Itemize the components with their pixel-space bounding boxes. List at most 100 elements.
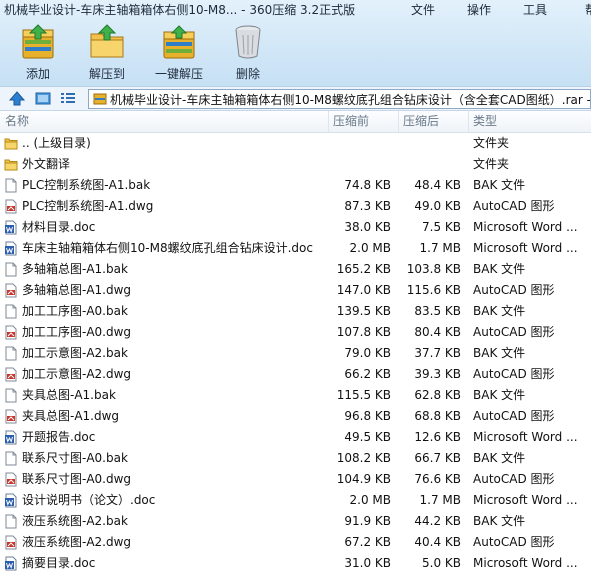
file-packed-size: 91.9 KB (344, 514, 391, 528)
file-name: 加工工序图-A0.bak (22, 304, 128, 318)
file-packed-size: 139.5 KB (336, 304, 391, 318)
file-packed-size: 108.2 KB (336, 451, 391, 465)
file-type: BAK 文件 (473, 346, 526, 360)
file-type: AutoCAD 图形 (473, 409, 555, 423)
file-unpacked-size: 12.6 KB (414, 430, 461, 444)
file-type: Microsoft Word ... (473, 241, 578, 255)
extract-to-label: 解压到 (88, 67, 125, 81)
file-row[interactable]: 联系尺寸图-A0.dwg 104.9 KB 76.6 KB AutoCAD 图形 (0, 469, 591, 490)
column-name[interactable]: 名称 (5, 111, 29, 132)
file-row[interactable]: PLC控制系统图-A1.bak 74.8 KB 48.4 KB BAK 文件 (0, 175, 591, 196)
file-name: 开题报告.doc (22, 430, 96, 444)
add-label: 添加 (25, 67, 50, 81)
file-type: AutoCAD 图形 (473, 283, 555, 297)
file-packed-size: 87.3 KB (344, 199, 391, 213)
column-header: 名称 压缩前 压缩后 类型 (0, 111, 591, 133)
file-icon (4, 388, 18, 403)
file-row[interactable]: 夹具总图-A1.bak 115.5 KB 62.8 KB BAK 文件 (0, 385, 591, 406)
file-row[interactable]: 联系尺寸图-A0.bak 108.2 KB 66.7 KB BAK 文件 (0, 448, 591, 469)
file-row[interactable]: PLC控制系统图-A1.dwg 87.3 KB 49.0 KB AutoCAD 图形 (0, 196, 591, 217)
file-type: 文件夹 (473, 136, 510, 150)
file-row[interactable]: 摘要目录.doc 31.0 KB 5.0 KB Microsoft Word ... (0, 553, 591, 574)
file-unpacked-size: 44.2 KB (414, 514, 461, 528)
file-type: BAK 文件 (473, 262, 526, 276)
file-name: 夹具总图-A1.bak (22, 388, 116, 402)
file-row[interactable]: 加工示意图-A2.bak 79.0 KB 37.7 KB BAK 文件 (0, 343, 591, 364)
one-click-extract-button[interactable]: 一键解压 (148, 22, 210, 82)
file-name: 多轴箱总图-A1.bak (22, 262, 128, 276)
file-packed-size: 147.0 KB (336, 283, 391, 297)
file-type: AutoCAD 图形 (473, 472, 555, 486)
add-button[interactable]: 添加 (7, 22, 69, 82)
file-type: BAK 文件 (473, 451, 526, 465)
file-packed-size: 38.0 KB (344, 220, 391, 234)
dwg-icon (4, 535, 18, 550)
file-row[interactable]: 多轴箱总图-A1.dwg 147.0 KB 115.6 KB AutoCAD 图形 (0, 280, 591, 301)
top-bar: 机械毕业设计-车床主轴箱箱体右侧10-M8... - 360压缩 3.2正式版 … (0, 0, 591, 86)
file-name: 车床主轴箱箱体右侧10-M8螺纹底孔组合钻床设计.doc (22, 241, 313, 255)
menu-tools[interactable]: 工具 (507, 0, 563, 20)
up-arrow-icon[interactable] (8, 90, 26, 107)
details-view-icon[interactable] (59, 90, 77, 107)
file-name: 加工工序图-A0.dwg (22, 325, 132, 339)
menu-file[interactable]: 文件 (395, 0, 451, 20)
dwg-icon (4, 409, 18, 424)
file-type: Microsoft Word ... (473, 493, 578, 507)
file-packed-size: 31.0 KB (344, 556, 391, 570)
file-name: 多轴箱总图-A1.dwg (22, 283, 132, 297)
file-unpacked-size: 83.5 KB (414, 304, 461, 318)
file-row[interactable]: 车床主轴箱箱体右侧10-M8螺纹底孔组合钻床设计.doc 2.0 MB 1.7 MB… (0, 238, 591, 259)
file-row[interactable]: 液压系统图-A2.bak 91.9 KB 44.2 KB BAK 文件 (0, 511, 591, 532)
file-row[interactable]: 外文翻译 文件夹 (0, 154, 591, 175)
dwg-icon (4, 199, 18, 214)
large-icons-view-icon[interactable] (34, 90, 52, 107)
file-type: AutoCAD 图形 (473, 199, 555, 213)
word-icon (4, 241, 18, 256)
file-row[interactable]: 加工工序图-A0.dwg 107.8 KB 80.4 KB AutoCAD 图形 (0, 322, 591, 343)
file-packed-size: 115.5 KB (336, 388, 391, 402)
file-packed-size: 107.8 KB (336, 325, 391, 339)
column-packed-size[interactable]: 压缩前 (328, 111, 369, 132)
file-row[interactable]: 开题报告.doc 49.5 KB 12.6 KB Microsoft Word ... (0, 427, 591, 448)
file-unpacked-size: 80.4 KB (414, 325, 461, 339)
file-packed-size: 104.9 KB (336, 472, 391, 486)
file-packed-size: 74.8 KB (344, 178, 391, 192)
file-unpacked-size: 62.8 KB (414, 388, 461, 402)
file-row[interactable]: .. (上级目录) 文件夹 (0, 133, 591, 154)
file-name: 材料目录.doc (22, 220, 96, 234)
extract-to-button[interactable]: 解压到 (76, 22, 138, 82)
file-packed-size: 165.2 KB (336, 262, 391, 276)
column-unpacked-size[interactable]: 压缩后 (398, 111, 439, 132)
folder-extract-icon (90, 24, 124, 58)
file-type: Microsoft Word ... (473, 430, 578, 444)
file-name: PLC控制系统图-A1.bak (22, 178, 151, 192)
address-bar[interactable]: 机械毕业设计-车床主轴箱箱体右侧10-M8螺纹底孔组合钻床设计（含全套CAD图纸… (88, 89, 591, 109)
file-row[interactable]: 加工示意图-A2.dwg 66.2 KB 39.3 KB AutoCAD 图形 (0, 364, 591, 385)
file-row[interactable]: 液压系统图-A2.dwg 67.2 KB 40.4 KB AutoCAD 图形 (0, 532, 591, 553)
file-row[interactable]: 多轴箱总图-A1.bak 165.2 KB 103.8 KB BAK 文件 (0, 259, 591, 280)
file-type: AutoCAD 图形 (473, 535, 555, 549)
file-packed-size: 2.0 MB (349, 241, 391, 255)
delete-button[interactable]: 删除 (217, 22, 279, 82)
file-row[interactable]: 加工工序图-A0.bak 139.5 KB 83.5 KB BAK 文件 (0, 301, 591, 322)
menu-operate[interactable]: 操作 (451, 0, 507, 20)
file-row[interactable]: 材料目录.doc 38.0 KB 7.5 KB Microsoft Word ... (0, 217, 591, 238)
file-unpacked-size: 103.8 KB (406, 262, 461, 276)
dwg-icon (4, 325, 18, 340)
file-name: PLC控制系统图-A1.dwg (22, 199, 154, 213)
column-type[interactable]: 类型 (468, 111, 497, 132)
file-type: AutoCAD 图形 (473, 325, 555, 339)
file-packed-size: 2.0 MB (349, 493, 391, 507)
file-unpacked-size: 1.7 MB (419, 241, 461, 255)
file-row[interactable]: 设计说明书（论文）.doc 2.0 MB 1.7 MB Microsoft Word … (0, 490, 591, 511)
file-type: 文件夹 (473, 157, 510, 171)
file-icon (4, 451, 18, 466)
file-name: 联系尺寸图-A0.dwg (22, 472, 132, 486)
file-row[interactable]: 夹具总图-A1.dwg 96.8 KB 68.8 KB AutoCAD 图形 (0, 406, 591, 427)
one-click-extract-label: 一键解压 (154, 67, 203, 81)
file-icon (4, 514, 18, 529)
file-type: BAK 文件 (473, 388, 526, 402)
archive-icon (93, 93, 107, 105)
menu-help[interactable]: 帮 (563, 0, 591, 20)
file-packed-size: 67.2 KB (344, 535, 391, 549)
